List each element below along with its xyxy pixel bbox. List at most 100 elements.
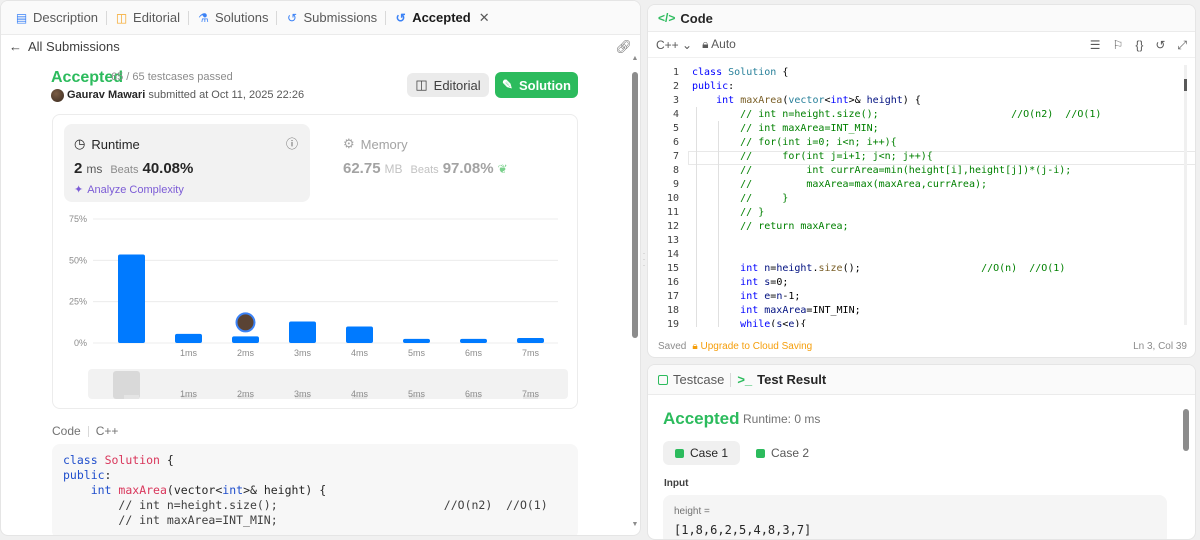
author-name[interactable]: Gaurav Mawari (67, 89, 145, 101)
y-tick-label: 75% (69, 214, 87, 224)
clock-icon: ◷ (74, 136, 86, 151)
left-scrollbar[interactable]: ▲ ▼ (631, 55, 639, 535)
y-tick-label: 25% (69, 297, 87, 307)
tab-test-result[interactable]: >_ Test Result (737, 372, 826, 387)
tab-accepted[interactable]: ↺ Accepted ✕ (388, 10, 495, 26)
testcases-passed: 65 / 65 testcases passed (111, 71, 233, 83)
slider-tick-label: 5ms (408, 389, 426, 399)
runtime-beats: 40.08% (142, 160, 194, 177)
code-icon: </> (658, 11, 676, 25)
runtime-card[interactable]: ◷ Runtime ⓘ 2 ms Beats 40.08% ✦ Analyze Co… (64, 124, 310, 202)
lock-icon: 🔒︎ (702, 37, 709, 51)
case-1-tab[interactable]: Case 1 (663, 441, 741, 465)
y-tick-label: 0% (74, 338, 87, 348)
x-tick-label: 7ms (522, 348, 540, 358)
memory-card[interactable]: ⚙ Memory 62.75 MB Beats 97.08% ❦ (333, 124, 563, 202)
chevron-down-icon: ⌄ (682, 37, 693, 52)
submitted-code: class Solution { public: int maxArea(vec… (52, 444, 578, 535)
tab-submissions[interactable]: ↺ Submissions (279, 10, 383, 25)
bar (232, 336, 259, 343)
x-tick-label: 6ms (465, 348, 483, 358)
submission-panel: ▤ Description ◫ Editorial ⚗ Solutions ↺ Subm… (0, 0, 641, 536)
test-panel: Testcase >_ Test Result Accepted Runtime:… (647, 364, 1196, 540)
book-icon: ◫ (115, 10, 128, 25)
bar (289, 321, 316, 343)
avatar[interactable] (51, 89, 64, 102)
check-icon (756, 448, 765, 458)
description-icon: ▤ (15, 10, 28, 25)
range-slider-handle (113, 371, 140, 399)
slider-tick-label: 2ms (237, 389, 255, 399)
x-tick-label: 2ms (237, 348, 255, 358)
tab-editorial[interactable]: ◫ Editorial (109, 10, 186, 25)
stats-card: ◷ Runtime ⓘ 2 ms Beats 40.08% ✦ Analyze Co… (52, 114, 578, 409)
edit-icon: ✎ (502, 77, 513, 92)
y-tick-label: 50% (69, 255, 87, 265)
back-link[interactable]: ← All Submissions (1, 35, 640, 57)
editorial-button[interactable]: ◫ Editorial (407, 73, 489, 97)
slider-tick-label: 4ms (351, 389, 369, 399)
test-runtime: Runtime: 0 ms (743, 412, 821, 426)
arrow-left-icon: ← (9, 38, 22, 54)
analyze-complexity-link[interactable]: ✦ Analyze Complexity (74, 183, 184, 197)
format-icon[interactable]: ☰ (1090, 38, 1101, 53)
tab-description[interactable]: ▤ Description (9, 10, 104, 25)
x-tick-label: 5ms (408, 348, 426, 358)
history-icon: ↺ (286, 10, 298, 25)
code-editor[interactable]: 1 class Solution { 2 public: 3 int maxArea… (648, 63, 1195, 327)
input-label: Input (664, 478, 689, 489)
history-icon: ↺ (395, 10, 406, 25)
test-scrollbar[interactable] (1183, 405, 1189, 537)
code-section-label: Code C++ (52, 424, 119, 438)
braces-icon[interactable]: {} (1135, 38, 1143, 53)
solution-button[interactable]: ✎ Solution (495, 72, 578, 98)
link-icon[interactable]: 🔗︎ (615, 39, 632, 55)
case-2-tab[interactable]: Case 2 (744, 441, 821, 465)
memory-beats: 97.08% (442, 160, 494, 177)
slider-tick-label: 3ms (294, 389, 312, 399)
editor-scrollbar[interactable] (1184, 65, 1187, 325)
bar (517, 338, 544, 343)
bar (175, 333, 202, 343)
upgrade-link[interactable]: 🔒︎ Upgrade to Cloud Saving (692, 341, 812, 352)
checkbox-icon (658, 374, 668, 385)
author-line: Gaurav Mawari submitted at Oct 11, 2025 … (67, 89, 305, 101)
bar (403, 338, 430, 343)
reset-icon[interactable]: ↺ (1155, 38, 1165, 53)
input-box: height = [1,8,6,2,5,4,8,3,7] (663, 495, 1167, 539)
bar (346, 326, 373, 343)
param-name: height = (674, 506, 710, 517)
slider-tick-label: 1ms (180, 389, 198, 399)
test-status: Accepted (663, 409, 740, 428)
bar (460, 338, 487, 343)
user-avatar-marker (235, 312, 256, 333)
runtime-distribution-chart: 75% 50% 25% 0% 1ms 2ms 3ms 4ms 5ms 6ms 7ms 1ms 2ms 3m… (69, 214, 568, 399)
language-select[interactable]: C++ ⌄ (656, 38, 692, 52)
close-icon[interactable]: ✕ (479, 10, 490, 26)
x-tick-label: 3ms (294, 348, 312, 358)
bar (118, 254, 145, 343)
expand-icon[interactable]: ⤢ (1177, 38, 1187, 53)
param-value: [1,8,6,2,5,4,8,3,7] (674, 523, 812, 537)
editor-status-bar: Saved 🔒︎ Upgrade to Cloud Saving Ln 3, C… (658, 340, 1187, 352)
check-icon (675, 448, 684, 458)
bookmark-icon[interactable]: ⚐ (1113, 38, 1124, 53)
slider-tick-label: 6ms (465, 389, 483, 399)
test-panel-header: Testcase >_ Test Result (648, 365, 1195, 395)
tab-solutions[interactable]: ⚗ Solutions (191, 10, 274, 25)
memory-value: 62.75 (343, 160, 381, 177)
chip-icon: ⚙ (343, 136, 355, 151)
auto-mode[interactable]: 🔒︎ Auto (702, 37, 736, 52)
info-icon[interactable]: ⓘ (286, 135, 298, 152)
terminal-icon: >_ (737, 372, 753, 387)
tab-testcase[interactable]: Testcase (658, 372, 724, 387)
slider-tick-label: 7ms (522, 389, 540, 399)
sparkle-icon: ✦ (74, 184, 84, 196)
mini-bar (124, 395, 139, 399)
flask-icon: ⚗ (198, 10, 209, 25)
x-tick-label: 4ms (351, 348, 369, 358)
range-slider (88, 369, 568, 399)
runtime-value: 2 (74, 160, 83, 177)
leaf-icon: ❦ (497, 162, 508, 176)
code-editor-panel: </> Code C++ ⌄ 🔒︎ Auto ☰ ⚐ {} ↺ ⤢ 1 class … (647, 4, 1196, 358)
